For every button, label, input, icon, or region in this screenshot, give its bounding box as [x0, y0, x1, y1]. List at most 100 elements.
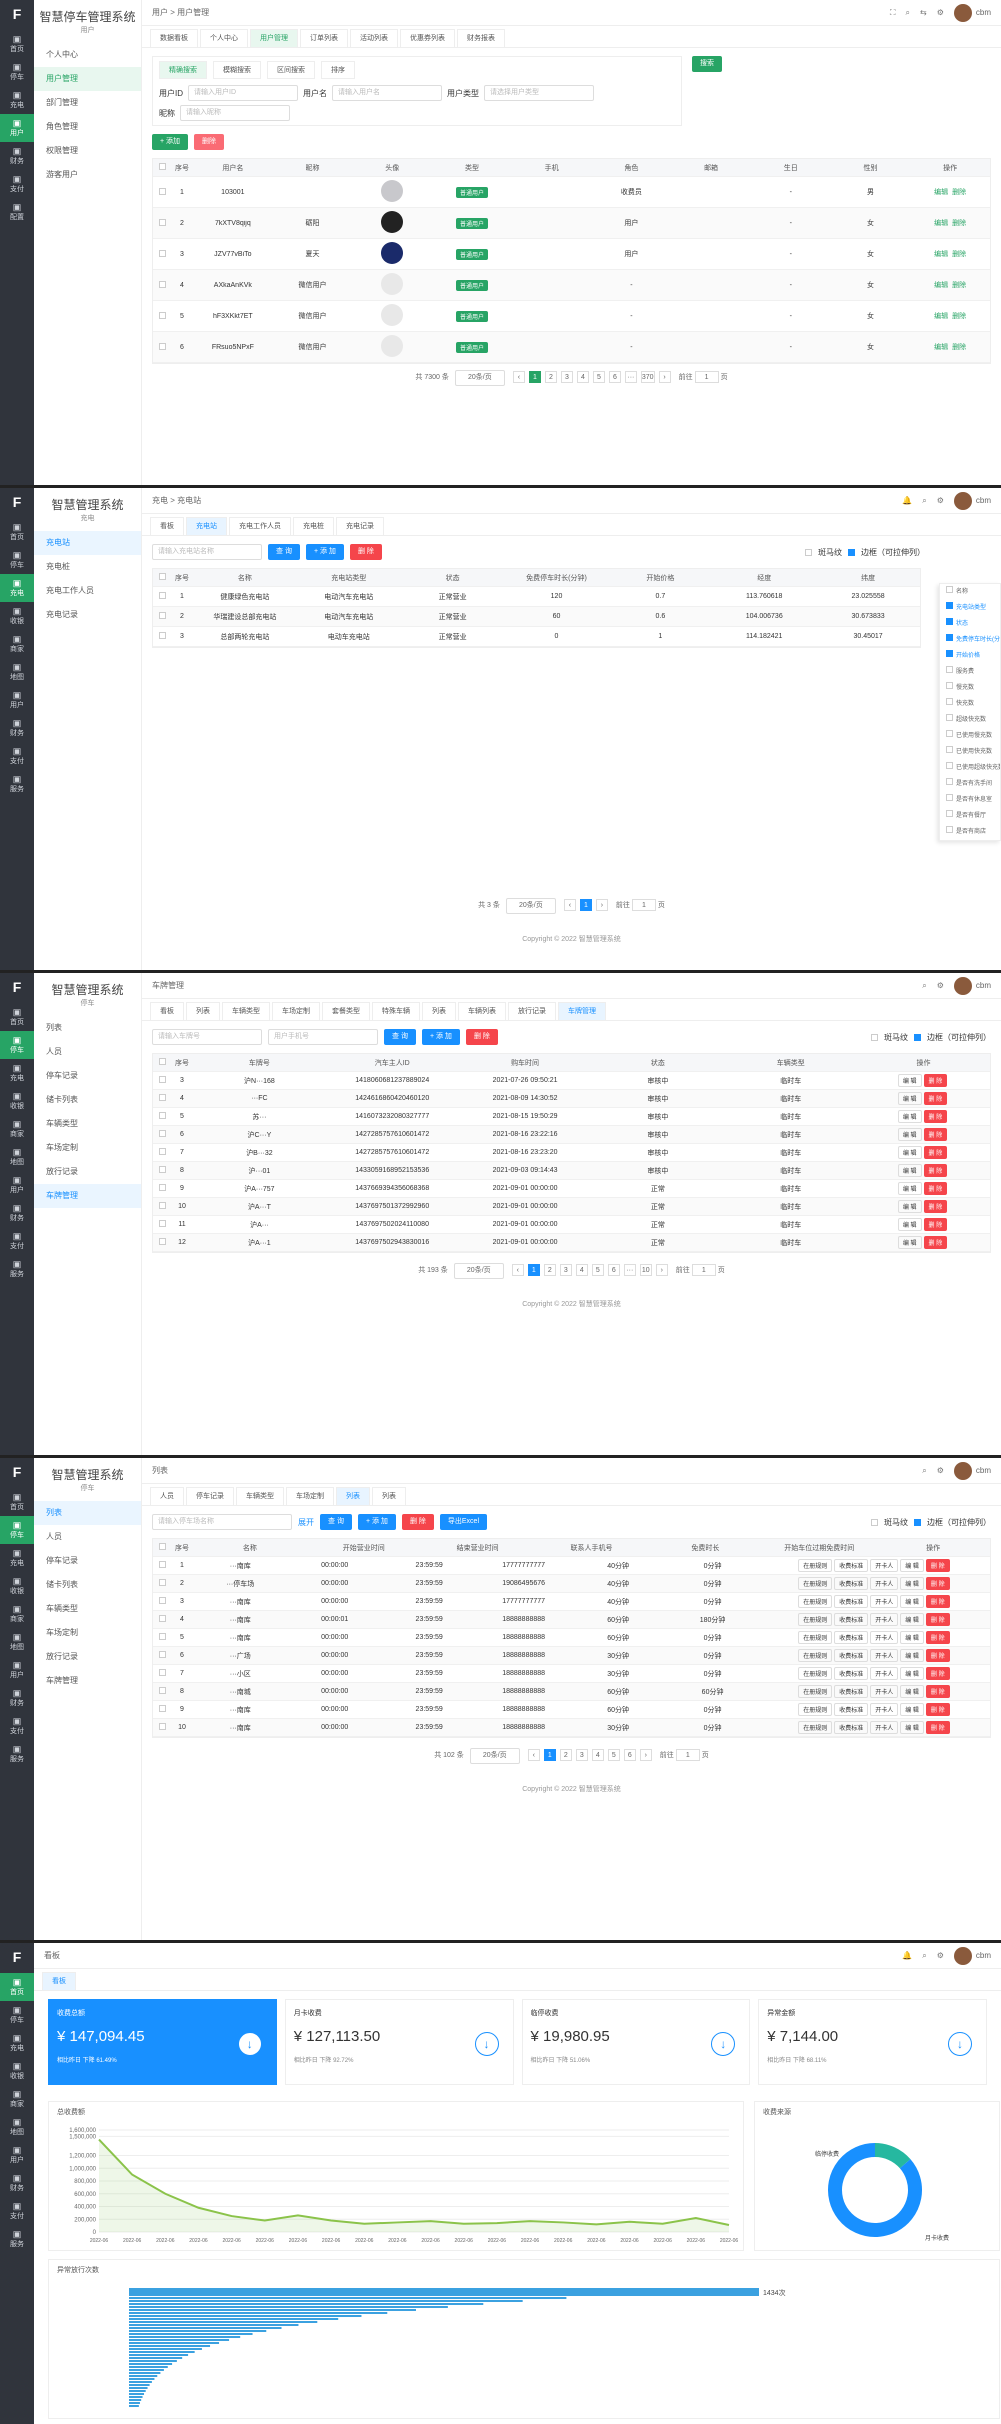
rail-item-4[interactable]: ▣ 商家	[0, 2085, 34, 2113]
page-0[interactable]: 1	[543, 1749, 556, 1761]
rail-item-6[interactable]: ▣ 用户	[0, 1171, 34, 1199]
column-header[interactable]: 生日	[751, 163, 831, 173]
column-toggle-checkbox[interactable]	[946, 682, 953, 689]
prev-page-button[interactable]: ‹	[563, 899, 576, 911]
rail-item-0[interactable]: ▣ 首页	[0, 1488, 34, 1516]
row-action-4[interactable]: 删 除	[925, 1577, 950, 1590]
row-action-4[interactable]: 删 除	[925, 1559, 950, 1572]
sidebar-item-4[interactable]: 权限管理	[34, 139, 141, 163]
row-checkbox[interactable]	[158, 592, 166, 599]
rail-item-4[interactable]: ▣ 财务	[0, 142, 34, 170]
stripe-checkbox[interactable]	[871, 1518, 878, 1526]
page-7[interactable]: 10	[639, 1264, 652, 1276]
search-button[interactable]: 搜索	[692, 56, 722, 72]
row-checkbox[interactable]	[158, 632, 166, 639]
column-header[interactable]: 昵称	[273, 163, 353, 173]
row-checkbox[interactable]	[158, 187, 166, 195]
table-row[interactable]: 10 沪A···T 1437697501372992960 2021-09-01 00…	[153, 1198, 990, 1216]
rail-item-9[interactable]: ▣ 服务	[0, 770, 34, 798]
row-action-1[interactable]: 删 除	[923, 1236, 948, 1249]
table-row[interactable]: 10 ···南库 00:00:00 23:59:59 18888888888 30分钟 0分…	[153, 1719, 990, 1737]
row-action-4[interactable]: 删 除	[925, 1721, 950, 1734]
page-size-select[interactable]: 20条/页	[454, 370, 505, 386]
sidebar-item-6[interactable]: 放行记录	[34, 1645, 141, 1669]
sidebar-item-5[interactable]: 车场定制	[34, 1136, 141, 1160]
row-select-cell[interactable]	[153, 342, 171, 352]
row-action-0[interactable]: 编 辑	[897, 1146, 922, 1159]
column-toggle-checkbox[interactable]	[946, 762, 953, 769]
row-action-2[interactable]: 开卡人	[870, 1703, 899, 1716]
sidebar-item-2[interactable]: 停车记录	[34, 1549, 141, 1573]
row-select-cell[interactable]	[153, 187, 171, 197]
rail-item-0[interactable]: ▣ 首页	[0, 30, 34, 58]
tab-0[interactable]: 人员	[150, 1487, 184, 1505]
sidebar-item-0[interactable]: 列表	[34, 1016, 141, 1040]
row-action-3[interactable]: 编 辑	[900, 1703, 924, 1716]
table-row[interactable]: 8 ···南城 00:00:00 23:59:59 18888888888 60分钟 60分…	[153, 1683, 990, 1701]
row-select-cell[interactable]	[153, 1687, 171, 1696]
table-row[interactable]: 6 沪C···Y 1427285757610601472 2021-08-16 23:…	[153, 1126, 990, 1144]
sidebar-item-2[interactable]: 充电工作人员	[34, 579, 141, 603]
tab-1[interactable]: 列表	[186, 1002, 220, 1020]
row-action-0[interactable]: 编 辑	[897, 1092, 922, 1105]
row-action-0[interactable]: 编辑	[934, 313, 948, 320]
tab-1[interactable]: 个人中心	[200, 29, 248, 47]
row-action-4[interactable]: 删 除	[925, 1703, 950, 1716]
phone-input[interactable]: 用户手机号	[268, 1029, 378, 1045]
row-action-4[interactable]: 删 除	[925, 1685, 950, 1698]
row-checkbox[interactable]	[158, 249, 166, 257]
prev-page-button[interactable]: ‹	[512, 371, 525, 383]
tab-2[interactable]: 车辆类型	[236, 1487, 284, 1505]
search-icon[interactable]: ⌕	[922, 981, 926, 991]
filter-tab-1[interactable]: 模糊搜索	[213, 61, 261, 79]
avatar[interactable]	[953, 1946, 972, 1965]
column-header[interactable]: 开始营业时间	[307, 1543, 421, 1553]
tab-0[interactable]: 数据看板	[150, 29, 198, 47]
row-action-0[interactable]: 编辑	[934, 282, 948, 289]
page-2[interactable]: 3	[559, 1264, 572, 1276]
row-action-0[interactable]: 编辑	[934, 251, 948, 258]
row-action-2[interactable]: 开卡人	[870, 1577, 899, 1590]
row-action-0[interactable]: 编 辑	[897, 1236, 922, 1249]
select-all-cell[interactable]	[153, 163, 171, 172]
tab-4[interactable]: 充电记录	[336, 517, 384, 535]
row-action-0[interactable]: 编 辑	[897, 1218, 922, 1231]
row-select-cell[interactable]	[153, 249, 171, 259]
row-action-2[interactable]: 开卡人	[870, 1559, 899, 1572]
row-action-0[interactable]: 编 辑	[897, 1074, 922, 1087]
tab-2[interactable]: 用户管理	[250, 29, 298, 47]
row-action-1[interactable]: 删 除	[923, 1074, 948, 1087]
row-select-cell[interactable]	[153, 1723, 171, 1732]
rail-item-6[interactable]: ▣ 用户	[0, 2141, 34, 2169]
row-checkbox[interactable]	[158, 1705, 166, 1712]
rail-item-0[interactable]: ▣ 首页	[0, 1973, 34, 2001]
row-action-3[interactable]: 编 辑	[900, 1577, 924, 1590]
row-checkbox[interactable]	[158, 1669, 166, 1676]
column-toggle-13[interactable]: 是否有休息室	[940, 792, 1000, 808]
row-action-0[interactable]: 编 辑	[897, 1128, 922, 1141]
row-checkbox[interactable]	[158, 1184, 166, 1191]
column-header[interactable]: 角色	[592, 163, 672, 173]
rail-item-1[interactable]: ▣ 停车	[0, 2001, 34, 2029]
sidebar-item-1[interactable]: 人员	[34, 1525, 141, 1549]
row-select-cell[interactable]	[153, 1633, 171, 1642]
column-header[interactable]: 操作	[876, 1543, 990, 1553]
column-header[interactable]: 名称	[193, 573, 297, 583]
sidebar-item-3[interactable]: 角色管理	[34, 115, 141, 139]
row-action-3[interactable]: 编 辑	[900, 1721, 924, 1734]
row-checkbox[interactable]	[158, 1561, 166, 1568]
column-header[interactable]: 免费停车时长(分钟)	[505, 573, 609, 583]
page-1[interactable]: 2	[559, 1749, 572, 1761]
table-row[interactable]: 3 总部两轮充电站 电动车充电站 正常营业 0 1 114.182421 30.45017	[153, 627, 920, 647]
bell-icon[interactable]: 🔔	[902, 1951, 912, 1960]
sidebar-item-7[interactable]: 车牌管理	[34, 1669, 141, 1693]
row-action-3[interactable]: 编 辑	[900, 1685, 924, 1698]
select-all-cell[interactable]	[153, 1543, 171, 1552]
rail-item-2[interactable]: ▣ 充电	[0, 2029, 34, 2057]
row-action-2[interactable]: 开卡人	[870, 1613, 899, 1626]
row-select-cell[interactable]	[153, 632, 171, 641]
search-icon[interactable]: ⌕	[922, 1951, 926, 1961]
user-name[interactable]: cbm	[976, 496, 991, 505]
table-row[interactable]: 12 沪A···1 1437697502943830016 2021-09-01 00…	[153, 1234, 990, 1252]
rail-item-7[interactable]: ▣ 财务	[0, 1684, 34, 1712]
